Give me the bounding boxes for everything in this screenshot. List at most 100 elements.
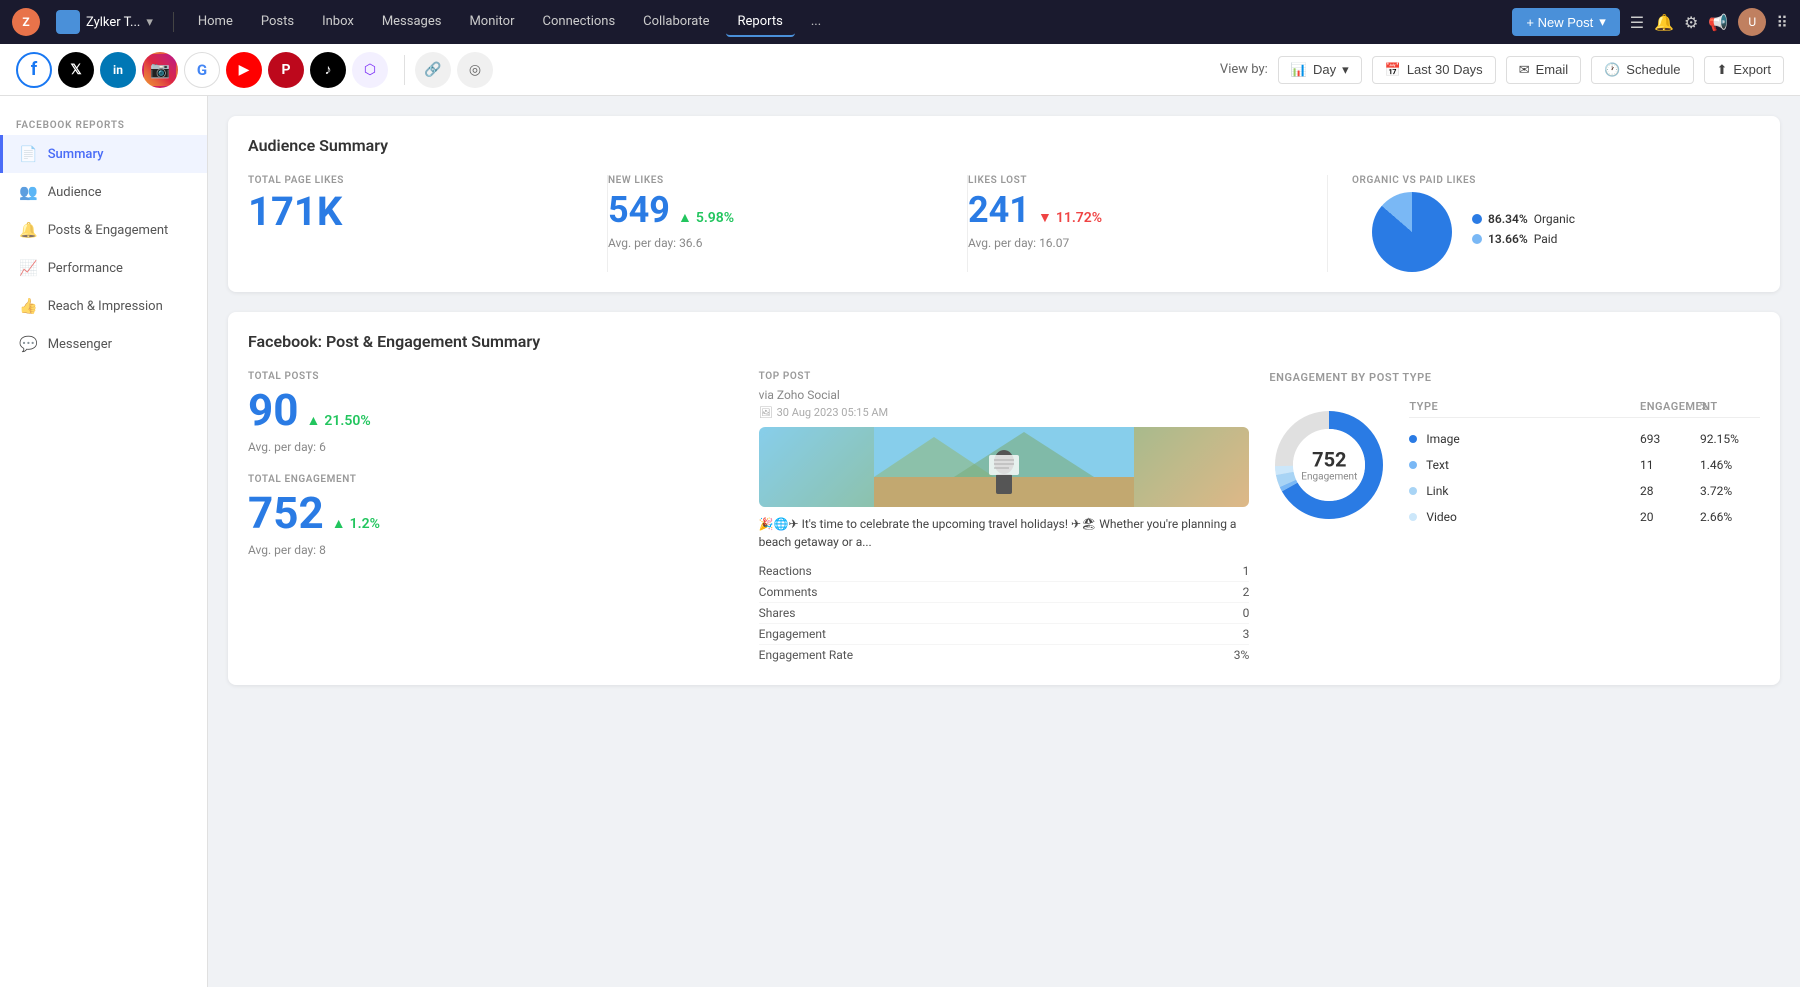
- nav-monitor[interactable]: Monitor: [457, 8, 526, 37]
- sidebar: FACEBOOK REPORTS 📄 Summary 👥 Audience 🔔 …: [0, 96, 208, 987]
- posts-icon: 🔔: [19, 221, 38, 239]
- main-content: Audience Summary TOTAL PAGE LIKES 171K N…: [208, 96, 1800, 987]
- link-dot: [1409, 487, 1417, 495]
- link-row: Link 28 3.72%: [1409, 478, 1760, 504]
- new-likes-label: NEW LIKES: [608, 175, 943, 186]
- nav-inbox[interactable]: Inbox: [310, 8, 366, 37]
- organic-paid-label: ORGANIC VS PAID LIKES: [1352, 175, 1736, 186]
- sidebar-item-performance[interactable]: 📈 Performance: [0, 249, 207, 287]
- left-column: TOTAL POSTS 90 ▲ 21.50% Avg. per day: 6 …: [248, 371, 739, 665]
- comments-value: 2: [1243, 585, 1250, 599]
- reach-icon: 👍: [19, 297, 38, 315]
- link-tab[interactable]: 🔗: [415, 52, 451, 88]
- export-icon: ⬆: [1717, 62, 1728, 78]
- top-post-meta: 🖼 30 Aug 2023 05:15 AM: [759, 406, 1250, 419]
- linkedin-tab[interactable]: in: [100, 52, 136, 88]
- reactions-value: 1: [1243, 564, 1250, 578]
- top-post-stats: Reactions 1 Comments 2 Shares 0 Engage: [759, 561, 1250, 665]
- canva-tab[interactable]: ⬡: [352, 52, 388, 88]
- export-button[interactable]: ⬆ Export: [1704, 56, 1784, 84]
- menu-icon[interactable]: ☰: [1630, 13, 1644, 32]
- sidebar-item-reach[interactable]: 👍 Reach & Impression: [0, 287, 207, 325]
- sidebar-label-posts: Posts & Engagement: [48, 223, 169, 238]
- sidebar-item-summary[interactable]: 📄 Summary: [0, 135, 207, 173]
- new-likes-change: ▲ 5.98%: [678, 209, 734, 226]
- engagement-header: ENGAGEMENT: [1640, 400, 1700, 413]
- link-engagement: 28: [1640, 484, 1700, 498]
- engagement-up-icon: ▲: [332, 515, 346, 532]
- new-post-label: + New Post: [1526, 15, 1593, 30]
- sidebar-label-reach: Reach & Impression: [48, 299, 163, 314]
- engagement-by-type-column: ENGAGEMENT BY POST TYPE: [1269, 371, 1760, 665]
- nav-connections[interactable]: Connections: [531, 8, 628, 37]
- sidebar-item-audience[interactable]: 👥 Audience: [0, 173, 207, 211]
- tiktok-tab[interactable]: ♪: [310, 52, 346, 88]
- total-page-likes-value: 171K: [248, 192, 583, 232]
- nav-home[interactable]: Home: [186, 8, 245, 37]
- nav-more[interactable]: ...: [799, 8, 833, 37]
- audience-icon: 👥: [19, 183, 38, 201]
- top-post-text: 🎉🌐✈ It's time to celebrate the upcoming …: [759, 515, 1250, 551]
- image-dot: [1409, 435, 1417, 443]
- bullhorn-icon[interactable]: 📢: [1708, 13, 1728, 32]
- bell-icon[interactable]: 🔔: [1654, 13, 1674, 32]
- engagement-row: Engagement 3: [759, 624, 1250, 645]
- brand[interactable]: Zylker T... ▾: [48, 10, 161, 34]
- schedule-label: Schedule: [1626, 62, 1680, 77]
- avatar[interactable]: U: [1738, 8, 1766, 36]
- view-by-label: View by:: [1220, 62, 1268, 77]
- paid-label: Paid: [1534, 232, 1558, 246]
- nav-messages[interactable]: Messages: [370, 8, 454, 37]
- google-tab[interactable]: G: [184, 52, 220, 88]
- likes-lost-label: LIKES LOST: [968, 175, 1303, 186]
- link-type-label: Link: [1426, 484, 1448, 498]
- likes-lost-pct: 11.72%: [1056, 210, 1102, 226]
- link-pct: 3.72%: [1700, 484, 1760, 498]
- engagement-by-type-title: ENGAGEMENT BY POST TYPE: [1269, 371, 1760, 384]
- new-post-button[interactable]: + New Post ▾: [1512, 8, 1619, 36]
- video-engagement: 20: [1640, 510, 1700, 524]
- nav-posts[interactable]: Posts: [249, 8, 306, 37]
- donut-label: 752 Engagement: [1301, 448, 1357, 483]
- export-label: Export: [1733, 62, 1771, 77]
- image-icon: 🖼: [759, 406, 773, 419]
- sidebar-label-summary: Summary: [48, 147, 104, 162]
- organic-paid-pie-chart: [1372, 192, 1452, 272]
- top-post-image: [759, 427, 1250, 507]
- email-button[interactable]: ✉ Email: [1506, 56, 1581, 84]
- facebook-tab[interactable]: f: [16, 52, 52, 88]
- pct-header: %: [1700, 400, 1760, 413]
- donut-chart-container: 752 Engagement: [1269, 405, 1389, 525]
- shares-value: 0: [1243, 606, 1250, 620]
- sidebar-item-messenger[interactable]: 💬 Messenger: [0, 325, 207, 363]
- twitter-tab[interactable]: 𝕏: [58, 52, 94, 88]
- date-range-button[interactable]: 📅 Last 30 Days: [1372, 56, 1496, 84]
- other-tab[interactable]: ◎: [457, 52, 493, 88]
- total-posts-change: ▲ 21.50%: [307, 412, 371, 429]
- schedule-button[interactable]: 🕐 Schedule: [1591, 56, 1693, 84]
- image-engagement: 693: [1640, 432, 1700, 446]
- engagement-rate-row: Engagement Rate 3%: [759, 645, 1250, 665]
- apps-icon[interactable]: ⠿: [1776, 13, 1788, 32]
- sidebar-label-performance: Performance: [48, 261, 123, 276]
- sidebar-item-posts-engagement[interactable]: 🔔 Posts & Engagement: [0, 211, 207, 249]
- brand-icon: [56, 10, 80, 34]
- email-label: Email: [1536, 62, 1569, 77]
- nav-actions: + New Post ▾ ☰ 🔔 ⚙ 📢 U ⠿: [1512, 8, 1788, 36]
- total-posts-block: TOTAL POSTS 90 ▲ 21.50% Avg. per day: 6: [248, 371, 739, 454]
- pinterest-tab[interactable]: P: [268, 52, 304, 88]
- engagement-value: 3: [1243, 627, 1250, 641]
- post-engagement-card: Facebook: Post & Engagement Summary TOTA…: [228, 312, 1780, 685]
- nav-collaborate[interactable]: Collaborate: [631, 8, 721, 37]
- messenger-icon: 💬: [19, 335, 38, 353]
- gear-icon[interactable]: ⚙: [1684, 13, 1698, 32]
- day-view-button[interactable]: 📊 Day ▾: [1278, 56, 1362, 84]
- app-logo: Z: [12, 8, 40, 36]
- top-navigation: Z Zylker T... ▾ Home Posts Inbox Message…: [0, 0, 1800, 44]
- top-post-date: 30 Aug 2023 05:15 AM: [777, 406, 889, 419]
- instagram-tab[interactable]: 📷: [142, 52, 178, 88]
- youtube-tab[interactable]: ▶: [226, 52, 262, 88]
- video-type-label: Video: [1426, 510, 1457, 524]
- total-engagement-label: TOTAL ENGAGEMENT: [248, 474, 739, 485]
- nav-reports[interactable]: Reports: [726, 8, 795, 37]
